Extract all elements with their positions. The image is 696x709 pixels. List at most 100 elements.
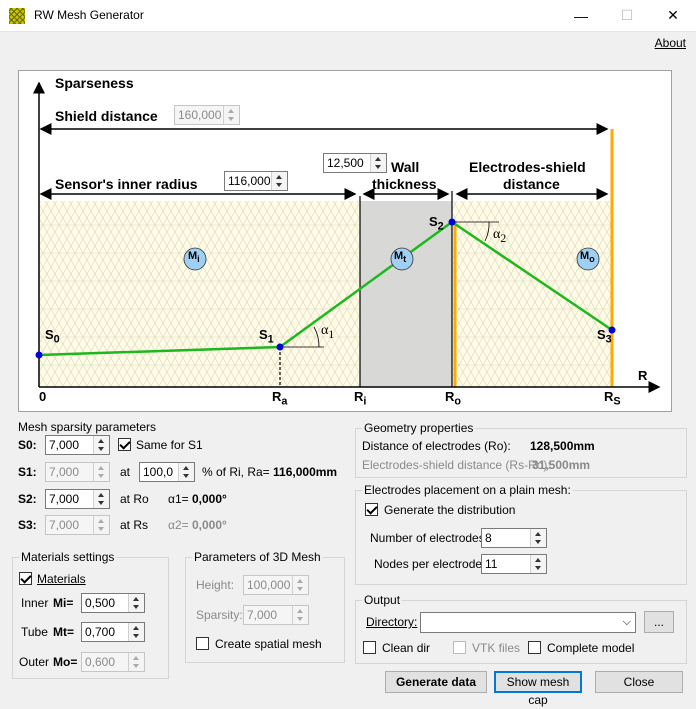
sparsity-spinner: 7,000	[243, 605, 309, 625]
close-window-button[interactable]: ✕	[650, 0, 696, 31]
inner-label: Inner	[21, 596, 49, 610]
complete-model-checkbox[interactable]	[528, 641, 541, 654]
ra-label: Ra	[272, 389, 288, 408]
app-icon	[9, 8, 25, 24]
mt-spinner[interactable]: 0,700	[81, 622, 145, 642]
height-label: Height:	[196, 578, 235, 592]
vtk-files-checkbox	[453, 641, 466, 654]
output-title: Output	[362, 593, 403, 607]
mi-label: Mi	[188, 250, 200, 265]
materials-label: Materials	[37, 572, 86, 586]
minimize-button[interactable]: —	[558, 0, 604, 31]
percent-spinner[interactable]: 100,0	[139, 462, 195, 482]
directory-combo[interactable]: ⌵	[420, 612, 636, 633]
alpha2-label: α2	[493, 227, 507, 245]
wall-thickness-spinner[interactable]: 12,500	[323, 153, 387, 173]
mesh3d-group: Parameters of 3D Mesh Height: 100,000 Sp…	[185, 550, 345, 663]
sparseness-label: Sparseness	[55, 75, 134, 91]
mt-label: Mt	[394, 250, 407, 265]
spatial-mesh-checkbox[interactable]	[196, 637, 209, 650]
mi-param-label: Mi=	[53, 596, 74, 610]
at-label: at	[120, 465, 131, 479]
es-distance-value: 31,500mm	[532, 458, 591, 472]
output-group: Output Directory: ⌵ ... Clean dir VTK fi…	[355, 593, 687, 664]
s1-label: S1	[259, 327, 274, 346]
shield-distance-spinner: 160,000	[174, 105, 240, 125]
wall-label: Wall	[391, 159, 420, 175]
axis-r-label: R	[638, 368, 648, 383]
sparsity-group: Mesh sparsity parameters S0: 7,000 Same …	[12, 420, 344, 538]
mi-spinner[interactable]: 0,500	[81, 593, 145, 613]
chevron-down-icon: ⌵	[622, 616, 631, 628]
mt-param-label: Mt=	[53, 625, 74, 639]
ra-readout: % of Ri, Ra= 116,000mm	[202, 465, 338, 479]
s1-spinner: 7,000	[45, 462, 110, 482]
mo-label: Mo	[580, 250, 595, 265]
maximize-button[interactable]: ☐	[604, 0, 650, 31]
materials-checkbox[interactable]	[19, 572, 32, 585]
clean-dir-label: Clean dir	[382, 641, 431, 655]
inner-radius-spinner[interactable]: 116,000	[224, 171, 288, 191]
ro-label: Ro	[445, 389, 462, 408]
ro-distance-value: 128,500mm	[530, 439, 595, 453]
distance-label: distance	[503, 176, 560, 192]
s3-spinner: 7,000	[45, 515, 110, 535]
at-ro-label: at Ro	[120, 492, 149, 506]
complete-model-label: Complete model	[547, 641, 635, 655]
materials-title: Materials settings	[19, 550, 117, 564]
generate-distribution-checkbox[interactable]	[365, 503, 378, 516]
es-distance-label: Electrodes-shield distance (Rs-Ro):	[362, 458, 551, 472]
geometry-group: Geometry properties Distance of electrod…	[355, 421, 687, 478]
placement-title: Electrodes placement on a plain mesh:	[362, 483, 573, 497]
s3-param-label: S3:	[18, 518, 37, 532]
title-bar: RW Mesh Generator — ☐ ✕	[0, 0, 696, 32]
s2-param-label: S2:	[18, 492, 37, 506]
same-for-s1-checkbox[interactable]	[118, 438, 131, 451]
ro-distance-label: Distance of electrodes (Ro):	[362, 439, 511, 453]
directory-label: Directory:	[366, 615, 418, 629]
ri-label: Ri	[354, 389, 367, 408]
browse-button[interactable]: ...	[644, 611, 674, 633]
nodes-per-electrode-label: Nodes per electrode:	[374, 557, 486, 571]
mesh3d-title: Parameters of 3D Mesh	[192, 550, 323, 564]
menu-about[interactable]: About	[655, 36, 686, 50]
nodes-per-electrode-spinner[interactable]: 11	[481, 554, 547, 574]
origin-label: 0	[39, 389, 47, 404]
placement-group: Electrodes placement on a plain mesh: Ge…	[355, 483, 687, 585]
tube-label: Tube	[21, 625, 48, 639]
s0-point	[35, 351, 43, 359]
clean-dir-checkbox[interactable]	[363, 641, 376, 654]
vtk-files-label: VTK files	[472, 641, 521, 655]
rs-label: RS	[604, 389, 621, 408]
close-button[interactable]: Close	[595, 671, 683, 693]
s1-point	[276, 343, 284, 351]
generate-data-button[interactable]: Generate data	[385, 671, 487, 693]
alpha2-readout: α2= 0,000°	[168, 518, 227, 532]
s2-label: S2	[429, 214, 444, 233]
show-mesh-cap-button[interactable]: Show mesh cap	[494, 671, 582, 707]
num-electrodes-spinner[interactable]: 8	[481, 528, 547, 548]
alpha1-label: α1	[321, 323, 335, 341]
outer-label: Outer	[19, 655, 50, 669]
mo-param-label: Mo=	[53, 655, 78, 669]
mo-spinner: 0,600	[81, 652, 145, 672]
num-electrodes-label: Number of electrodes:	[370, 531, 489, 545]
s2-point	[448, 218, 456, 226]
geometry-diagram: Sparseness Shield distance 160,000 12,50…	[18, 70, 672, 412]
s0-spinner[interactable]: 7,000	[45, 435, 110, 455]
at-rs-label: at Rs	[120, 518, 149, 532]
materials-group: Materials settings Materials Inner Mi= 0…	[12, 550, 169, 679]
s0-param-label: S0:	[18, 438, 37, 452]
thickness-label: thickness	[372, 176, 437, 192]
geometry-title: Geometry properties	[362, 421, 476, 435]
same-for-s1-label: Same for S1	[136, 438, 203, 452]
alpha1-readout: α1= 0,000°	[168, 492, 227, 506]
electrodes-shield-label: Electrodes-shield	[469, 159, 586, 175]
s1-param-label: S1:	[18, 465, 37, 479]
s2-spinner[interactable]: 7,000	[45, 489, 110, 509]
inner-radius-label: Sensor's inner radius	[55, 176, 198, 192]
s3-label: S3	[597, 327, 612, 346]
spatial-mesh-label: Create spatial mesh	[215, 637, 322, 651]
height-spinner: 100,000	[243, 575, 309, 595]
s0-label: S0	[45, 327, 60, 346]
